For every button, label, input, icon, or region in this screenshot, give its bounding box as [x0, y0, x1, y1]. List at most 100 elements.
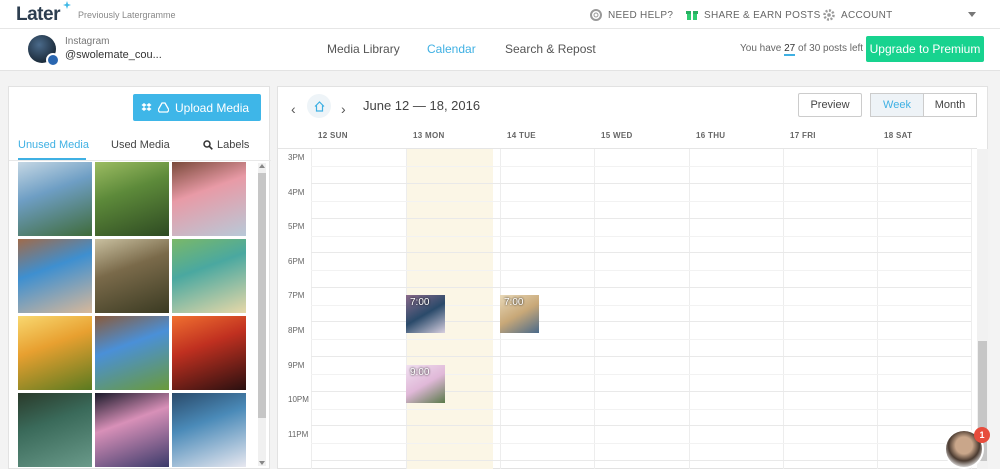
hour-label: 10PM	[288, 395, 309, 405]
hour-label: 8PM	[288, 326, 305, 335]
account-link[interactable]: ACCOUNT	[823, 9, 893, 21]
media-thumbnail[interactable]	[18, 393, 92, 467]
search-icon	[203, 140, 213, 150]
share-earn-link[interactable]: SHARE & EARN POSTS	[686, 9, 821, 21]
top-bar: Later Previously Latergramme NEED HELP? …	[0, 0, 1000, 29]
day-header-wed: 15 WED	[601, 131, 633, 140]
preview-button[interactable]: Preview	[798, 93, 862, 117]
half-hour-line	[311, 408, 971, 410]
hour-line	[311, 425, 971, 427]
day-column-divider	[971, 149, 972, 469]
logo-subtitle: Previously Latergramme	[78, 10, 176, 20]
nav-bar: Instagram @swolemate_cou... Media Librar…	[0, 29, 1000, 71]
half-hour-line	[311, 339, 971, 341]
posts-left-counter: You have 27 of 30 posts left	[740, 43, 864, 56]
media-thumbnail[interactable]	[172, 239, 246, 313]
hour-label: 6PM	[288, 256, 305, 266]
google-drive-icon	[158, 102, 169, 113]
day-header-thu: 16 THU	[696, 131, 726, 140]
hour-label: 3PM	[288, 153, 305, 162]
calendar-panel: ‹ › June 12 — 18, 2016 Preview Week Mont…	[277, 86, 988, 469]
tab-used-media[interactable]: Used Media	[111, 139, 170, 151]
account-type: Instagram	[65, 36, 110, 47]
scheduled-post-time: 9:00	[410, 366, 430, 378]
scroll-down-icon[interactable]	[259, 461, 265, 465]
account-label: ACCOUNT	[841, 9, 893, 21]
tab-divider	[9, 160, 271, 161]
nav-media-library[interactable]: Media Library	[327, 42, 400, 56]
scheduled-post-time: 7:00	[504, 297, 524, 309]
media-thumbnail[interactable]	[172, 393, 246, 467]
hour-line	[311, 459, 971, 461]
calendar-scrollbar[interactable]	[977, 149, 988, 469]
posts-used-count: 27	[784, 43, 796, 56]
account-dropdown-caret-icon[interactable]	[968, 12, 976, 17]
media-thumbnail[interactable]	[18, 239, 92, 313]
nav-calendar[interactable]: Calendar	[427, 42, 476, 56]
day-header-tue: 14 TUE	[507, 131, 536, 140]
gear-icon	[823, 9, 835, 21]
scheduled-post[interactable]: 9:00	[406, 364, 445, 403]
lifebuoy-icon	[590, 9, 602, 21]
hour-line	[311, 252, 971, 254]
logo-spark-icon	[63, 1, 71, 9]
next-week-chevron-icon[interactable]: ›	[341, 101, 346, 117]
upload-media-button[interactable]: Upload Media	[133, 94, 261, 121]
day-column-divider	[689, 149, 690, 469]
date-range: June 12 — 18, 2016	[363, 98, 481, 113]
later-logo[interactable]: Later	[16, 1, 71, 26]
account-name[interactable]: @swolemate_cou...	[65, 49, 162, 61]
hour-label: 7PM	[288, 291, 305, 301]
media-thumbnail[interactable]	[95, 239, 169, 313]
need-help-link[interactable]: NEED HELP?	[590, 9, 673, 21]
hour-label: 11PM	[288, 429, 309, 439]
media-thumbnail[interactable]	[172, 162, 246, 236]
media-thumbnail[interactable]	[95, 393, 169, 467]
media-thumbnail[interactable]	[18, 316, 92, 390]
hour-line	[311, 356, 971, 357]
day-header-sun: 12 SUN	[318, 131, 348, 140]
half-hour-line	[311, 270, 971, 272]
nav-search-repost[interactable]: Search & Repost	[505, 42, 596, 56]
scheduled-post[interactable]: 7:00	[406, 295, 445, 334]
half-hour-line	[311, 235, 971, 237]
dropbox-icon	[141, 103, 152, 111]
month-view-button[interactable]: Month	[923, 93, 977, 117]
day-header-sat: 18 SAT	[884, 131, 913, 140]
today-button[interactable]	[307, 94, 331, 118]
day-column-divider	[783, 149, 784, 469]
media-thumbnail[interactable]	[18, 162, 92, 236]
hour-line	[311, 183, 971, 184]
half-hour-line	[311, 443, 971, 445]
scheduled-post[interactable]: 7:00	[500, 295, 539, 334]
half-hour-line	[311, 166, 971, 168]
half-hour-line	[311, 200, 971, 202]
calendar-grid[interactable]: 3PM 4PM 5PM 6PM 7PM 8PM 9PM 10PM 11PM 7:00 7:00 9:0…	[278, 149, 977, 469]
media-scrollbar[interactable]	[258, 163, 266, 466]
media-thumbnail[interactable]	[95, 162, 169, 236]
day-column-divider	[311, 149, 312, 469]
hour-label: 9PM	[288, 360, 305, 370]
hour-line	[311, 217, 971, 219]
need-help-label: NEED HELP?	[608, 9, 674, 21]
day-column-divider	[594, 149, 595, 469]
prev-week-chevron-icon[interactable]: ‹	[291, 101, 296, 117]
instagram-icon	[46, 53, 60, 67]
hour-label: 4PM	[288, 187, 305, 197]
tab-unused-media[interactable]: Unused Media	[18, 139, 89, 151]
media-scroll-thumb[interactable]	[258, 173, 266, 418]
media-thumbnail[interactable]	[172, 316, 246, 390]
week-view-button[interactable]: Week	[870, 93, 924, 117]
upload-media-label: Upload Media	[175, 100, 250, 115]
day-header-mon: 13 MON	[413, 131, 445, 140]
tab-labels[interactable]: Labels	[203, 139, 249, 151]
hour-line	[311, 286, 971, 288]
day-header-fri: 17 FRI	[790, 131, 816, 140]
home-icon	[314, 100, 324, 112]
upgrade-premium-button[interactable]: Upgrade to Premium	[866, 36, 984, 62]
scheduled-post-time: 7:00	[410, 297, 430, 309]
scroll-up-icon[interactable]	[259, 164, 265, 168]
media-thumbnail[interactable]	[95, 316, 169, 390]
day-column-divider	[877, 149, 878, 469]
media-panel: Upload Media Unused Media Used Media Lab…	[8, 86, 271, 469]
